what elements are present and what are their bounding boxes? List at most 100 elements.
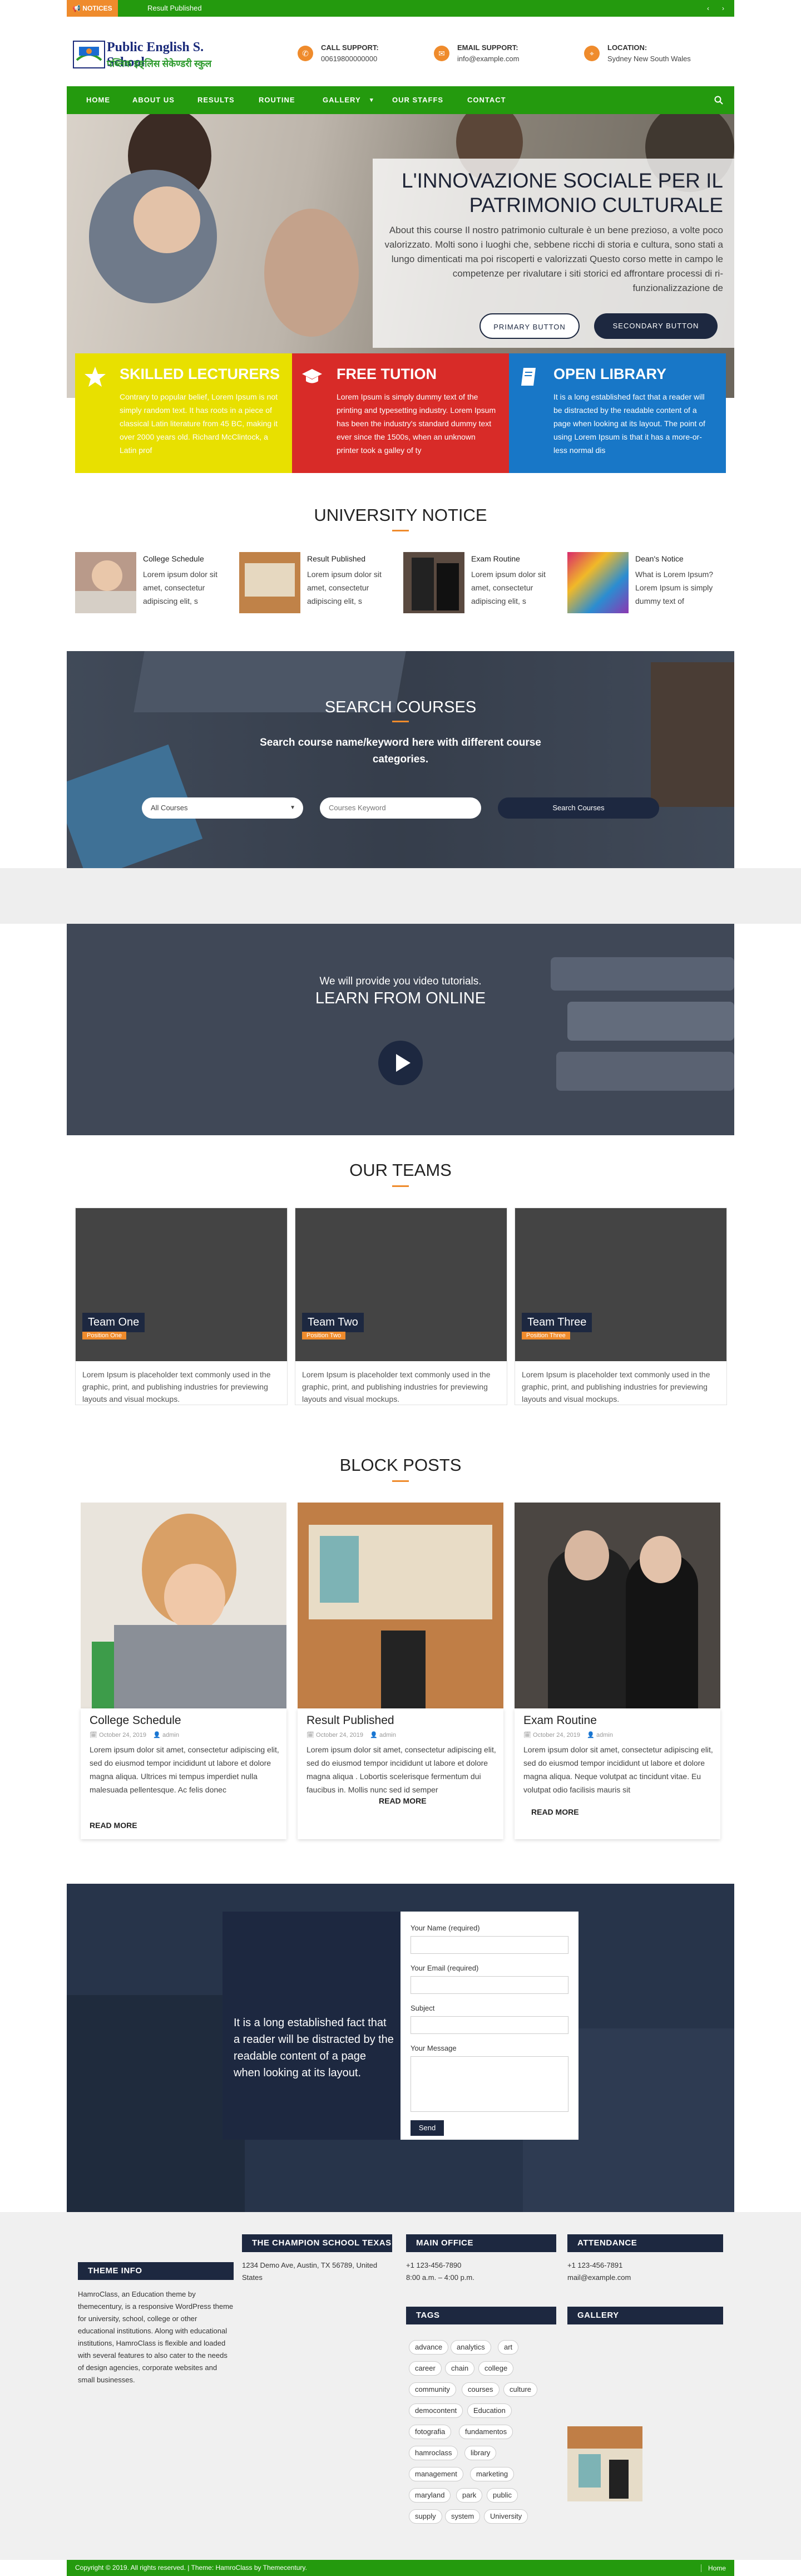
tag-item[interactable]: fundamentos <box>459 2425 513 2439</box>
notice-title[interactable]: College Schedule <box>143 554 204 563</box>
tag-item[interactable]: analytics <box>451 2340 491 2355</box>
attendance-phone[interactable]: +1 123-456-7891 <box>567 2259 622 2272</box>
graduation-cap-icon <box>302 369 322 383</box>
blog-post-card: Exam Routine 🗓 October 24, 2019 👤 admin … <box>515 1503 720 1839</box>
tag-item[interactable]: library <box>464 2446 497 2460</box>
team-name: Team Three <box>522 1313 592 1332</box>
tag-item[interactable]: college <box>478 2361 514 2376</box>
nav-results[interactable]: RESULTS <box>197 86 235 114</box>
search-icon[interactable] <box>714 96 723 105</box>
post-card-body: Result Published 🗓 October 24, 2019 👤 ad… <box>298 1708 503 1839</box>
primary-button[interactable]: PRIMARY BUTTON <box>479 313 580 339</box>
message-field[interactable] <box>411 2056 568 2112</box>
read-more-link[interactable]: READ MORE <box>531 1807 579 1816</box>
team-card[interactable]: Team Two Position Two Lorem Ipsum is pla… <box>295 1208 507 1405</box>
read-more-link[interactable]: READ MORE <box>90 1821 137 1830</box>
team-card[interactable]: Team One Position One Lorem Ipsum is pla… <box>75 1208 288 1405</box>
call-support-value[interactable]: 00619800000000 <box>321 55 377 63</box>
tag-item[interactable]: career <box>409 2361 442 2376</box>
notice-title[interactable]: Dean's Notice <box>635 554 684 563</box>
main-office-phone[interactable]: +1 123-456-7890 <box>406 2259 461 2272</box>
tag-item[interactable]: culture <box>503 2382 538 2397</box>
tag-item[interactable]: maryland <box>409 2488 451 2503</box>
notice-thumbnail <box>567 552 629 613</box>
post-author[interactable]: admin <box>596 1732 613 1738</box>
notice-next-button[interactable]: › <box>719 4 728 13</box>
nav-contact[interactable]: CONTACT <box>467 86 506 114</box>
tag-item[interactable]: chain <box>445 2361 475 2376</box>
copyright-bar: Copyright © 2019. All rights reserved. |… <box>67 2560 734 2576</box>
footer-home-link[interactable]: Home <box>700 2564 726 2572</box>
team-position: Position One <box>82 1332 126 1339</box>
send-button[interactable]: Send <box>411 2120 444 2136</box>
hero-text: About this course Il nostro patrimonio c… <box>384 225 723 293</box>
blog-post-card: Result Published 🗓 October 24, 2019 👤 ad… <box>298 1503 503 1839</box>
hero-title: L'INNOVAZIONE SOCIALE PER IL PATRIMONIO … <box>402 169 723 216</box>
tag-item[interactable]: system <box>445 2509 481 2524</box>
tag-item[interactable]: supply <box>409 2509 442 2524</box>
hero-person-shape <box>134 186 200 253</box>
email-support-value[interactable]: info@example.com <box>457 55 519 63</box>
nav-about-us[interactable]: ABOUT US <box>132 86 175 114</box>
tag-item[interactable]: University <box>484 2509 528 2524</box>
attendance-title: ATTENDANCE <box>567 2234 723 2252</box>
feature-title: SKILLED LECTURERS <box>120 366 280 382</box>
feature-title: OPEN LIBRARY <box>553 366 667 382</box>
post-card-body: College Schedule 🗓 October 24, 2019 👤 ad… <box>81 1708 286 1839</box>
title-underline <box>392 1185 409 1187</box>
site-logo[interactable]: Public English S. School पब्लिक इङ्लिस स… <box>72 38 245 71</box>
post-image[interactable] <box>81 1503 286 1708</box>
notice-prev-button[interactable]: ‹ <box>704 4 713 13</box>
post-image[interactable] <box>515 1503 720 1708</box>
post-title[interactable]: Exam Routine <box>523 1714 597 1727</box>
subject-field[interactable] <box>411 2016 568 2034</box>
post-title[interactable]: College Schedule <box>90 1714 181 1727</box>
tag-item[interactable]: public <box>487 2488 518 2503</box>
teams-section-title: OUR TEAMS <box>349 1160 452 1180</box>
tag-item[interactable]: community <box>409 2382 456 2397</box>
course-keyword-input[interactable] <box>320 797 481 819</box>
name-field[interactable] <box>411 1936 568 1954</box>
tag-item[interactable]: marketing <box>470 2467 515 2481</box>
title-underline <box>392 1480 409 1482</box>
play-video-button[interactable] <box>378 1041 423 1085</box>
team-card[interactable]: Team Three Position Three Lorem Ipsum is… <box>515 1208 727 1405</box>
nav-gallery[interactable]: GALLERY <box>323 86 361 114</box>
search-courses-button[interactable]: Search Courses <box>498 797 659 819</box>
tag-item[interactable]: Education <box>467 2403 512 2418</box>
course-category-value: All Courses <box>151 804 188 812</box>
email-field[interactable] <box>411 1976 568 1994</box>
post-author[interactable]: admin <box>379 1732 396 1738</box>
notice-ticker-text[interactable]: Result Published <box>147 0 202 17</box>
tag-item[interactable]: art <box>498 2340 519 2355</box>
tag-item[interactable]: park <box>456 2488 483 2503</box>
tag-item[interactable]: fotografia <box>409 2425 452 2439</box>
course-category-select[interactable]: All Courses ▼ <box>142 797 303 819</box>
post-meta: 🗓 October 24, 2019 👤 admin <box>306 1732 396 1738</box>
nav-home[interactable]: HOME <box>86 86 110 114</box>
tag-item[interactable]: courses <box>462 2382 500 2397</box>
attendance-email[interactable]: mail@example.com <box>567 2272 631 2284</box>
nav-routine[interactable]: ROUTINE <box>259 86 295 114</box>
post-image[interactable] <box>298 1503 503 1708</box>
notice-item[interactable]: Dean's Notice What is Lorem Ipsum? Lorem… <box>567 552 723 613</box>
email-support-label: EMAIL SUPPORT: <box>457 43 518 52</box>
tag-item[interactable]: democontent <box>409 2403 463 2418</box>
secondary-button[interactable]: SECONDARY BUTTON <box>594 313 718 339</box>
notice-title[interactable]: Result Published <box>307 554 365 563</box>
notice-item[interactable]: Exam Routine Lorem ipsum dolor sit amet,… <box>403 552 559 613</box>
post-author[interactable]: admin <box>162 1732 179 1738</box>
contact-form: Your Name (required) Your Email (require… <box>400 1912 578 2140</box>
gallery-image[interactable] <box>567 2426 642 2501</box>
tag-item[interactable]: hamroclass <box>409 2446 458 2460</box>
read-more-link[interactable]: READ MORE <box>379 1796 427 1805</box>
post-title[interactable]: Result Published <box>306 1714 394 1727</box>
notice-item[interactable]: Result Published Lorem ipsum dolor sit a… <box>239 552 395 613</box>
main-office-hours: 8:00 a.m. – 4:00 p.m. <box>406 2273 474 2282</box>
nav-our-staffs[interactable]: OUR STAFFS <box>392 86 443 114</box>
tag-item[interactable]: advance <box>409 2340 449 2355</box>
notice-title[interactable]: Exam Routine <box>471 554 520 563</box>
notice-item[interactable]: College Schedule Lorem ipsum dolor sit a… <box>75 552 231 613</box>
tag-item[interactable]: management <box>409 2467 463 2481</box>
book-shape <box>556 1052 734 1091</box>
